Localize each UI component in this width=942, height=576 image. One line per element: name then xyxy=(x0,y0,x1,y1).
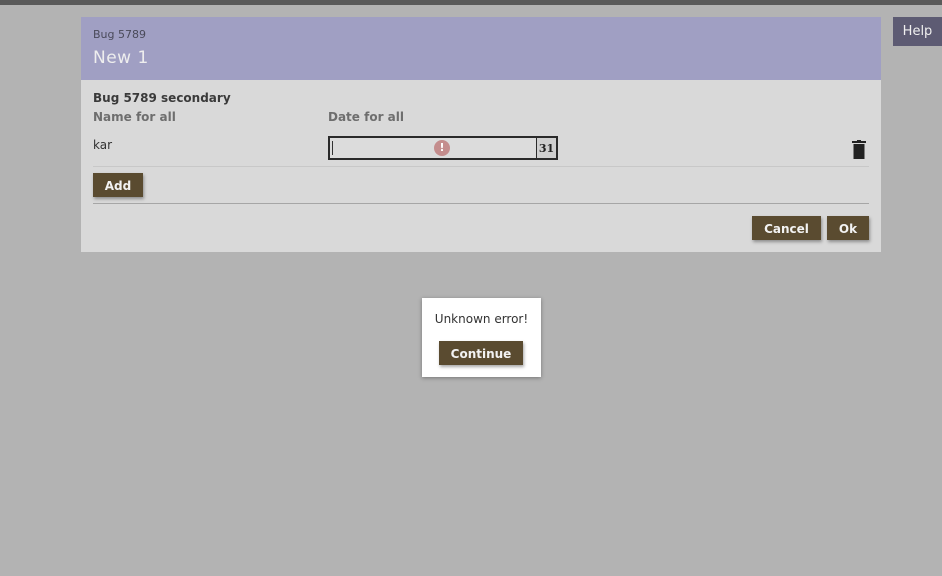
error-alert: Unknown error! Continue xyxy=(422,298,541,377)
text-caret xyxy=(332,141,333,155)
add-button[interactable]: Add xyxy=(93,173,143,197)
footer-divider xyxy=(93,203,869,204)
column-header-date: Date for all xyxy=(328,110,404,124)
continue-button[interactable]: Continue xyxy=(439,341,523,365)
edit-dialog: Bug 5789 New 1 Bug 5789 secondary Name f… xyxy=(81,17,881,252)
date-input[interactable] xyxy=(330,138,535,158)
row-divider xyxy=(93,166,869,167)
dialog-subtitle: Bug 5789 xyxy=(93,28,146,41)
dialog-title: New 1 xyxy=(93,48,149,68)
calendar-icon[interactable]: 31 xyxy=(536,138,556,158)
alert-message: Unknown error! xyxy=(434,312,529,326)
dialog-header: Bug 5789 New 1 xyxy=(81,17,881,80)
ok-button[interactable]: Ok xyxy=(827,216,869,240)
section-title: Bug 5789 secondary xyxy=(93,91,231,105)
trash-icon[interactable] xyxy=(851,140,867,160)
exclamation-circle-icon: ! xyxy=(434,140,450,156)
top-bar xyxy=(0,0,942,5)
column-header-name: Name for all xyxy=(93,110,176,124)
date-field[interactable]: ! 31 xyxy=(328,136,558,160)
cancel-button[interactable]: Cancel xyxy=(752,216,821,240)
help-button[interactable]: Help xyxy=(893,17,942,46)
row-name-value: kar xyxy=(93,138,113,152)
